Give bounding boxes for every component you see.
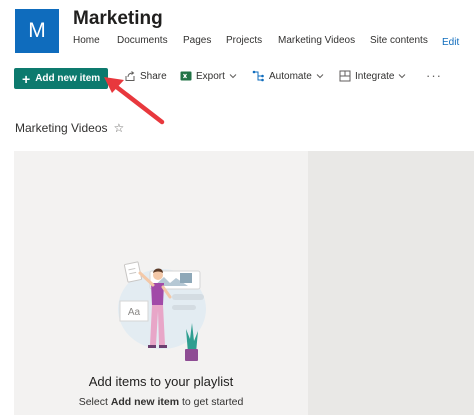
site-logo[interactable]: M bbox=[15, 9, 59, 53]
integrate-button[interactable]: Integrate bbox=[339, 70, 406, 82]
instructions-suffix: to get started bbox=[182, 396, 244, 408]
integrate-label: Integrate bbox=[355, 70, 395, 82]
empty-playlist-illustration: Aa bbox=[118, 261, 206, 361]
more-options-button[interactable]: ··· bbox=[426, 68, 442, 83]
plus-icon: + bbox=[22, 70, 31, 87]
instructions-prefix: Select bbox=[78, 396, 108, 408]
export-button[interactable]: Export bbox=[180, 70, 237, 82]
nav-link-pages[interactable]: Pages bbox=[183, 35, 211, 46]
nav-link-marketing-videos[interactable]: Marketing Videos bbox=[278, 35, 355, 46]
chevron-down-icon bbox=[399, 74, 406, 79]
instructions-highlight: Add new item bbox=[110, 396, 180, 408]
add-new-item-label: Add new item bbox=[35, 73, 101, 84]
favorite-star-icon[interactable]: ☆ bbox=[114, 121, 125, 135]
nav-link-projects[interactable]: Projects bbox=[226, 35, 262, 46]
edit-nav-link[interactable]: Edit bbox=[442, 37, 459, 48]
excel-icon bbox=[180, 71, 192, 81]
list-title-text: Marketing Videos bbox=[15, 121, 108, 135]
export-label: Export bbox=[196, 70, 225, 82]
video-preview-pane bbox=[308, 151, 474, 415]
site-title[interactable]: Marketing bbox=[73, 8, 163, 30]
nav-link-documents[interactable]: Documents bbox=[117, 35, 168, 46]
nav-link-home[interactable]: Home bbox=[73, 35, 100, 46]
card-text-sample: Aa bbox=[128, 307, 141, 318]
chevron-down-icon bbox=[229, 74, 237, 79]
automate-icon bbox=[252, 70, 264, 82]
automate-button[interactable]: Automate bbox=[252, 70, 324, 82]
list-title: Marketing Videos ☆ bbox=[15, 121, 124, 135]
command-bar: + Add new item Share Export Automate Int… bbox=[0, 66, 474, 92]
nav-link-site-contents[interactable]: Site contents bbox=[370, 35, 428, 46]
integrate-icon bbox=[339, 70, 351, 82]
empty-state-heading: Add items to your playlist bbox=[88, 374, 234, 389]
site-navigation: Home Documents Pages Projects Marketing … bbox=[73, 35, 473, 49]
automate-label: Automate bbox=[269, 70, 312, 82]
empty-state-instructions: Select Add new item to get started bbox=[14, 396, 308, 408]
chevron-down-icon bbox=[316, 74, 324, 79]
add-new-item-button[interactable]: + Add new item bbox=[14, 68, 108, 89]
